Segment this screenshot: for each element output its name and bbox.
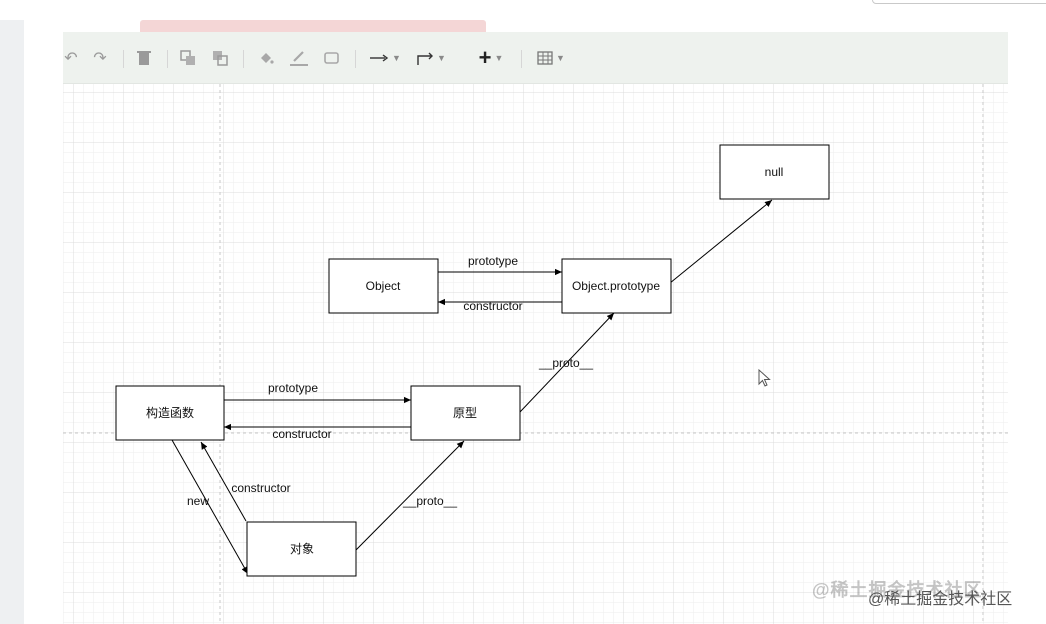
- label-new: new: [187, 494, 209, 508]
- connection-icon[interactable]: ▼: [367, 46, 403, 70]
- toolbar-divider: [521, 50, 522, 68]
- fill-color-icon[interactable]: [255, 46, 277, 70]
- diagram-svg: prototype constructor __proto__ prototyp…: [63, 84, 1008, 624]
- shadow-icon[interactable]: [321, 46, 343, 70]
- top-bar: [0, 0, 1046, 20]
- node-object-prototype[interactable]: Object.prototype: [561, 258, 672, 314]
- toolbar-divider: [123, 50, 124, 68]
- node-constructor-function[interactable]: 构造函数: [115, 385, 225, 441]
- to-back-icon[interactable]: [209, 46, 231, 70]
- node-instance-label: 对象: [290, 542, 314, 556]
- table-icon[interactable]: ▼: [533, 46, 569, 70]
- label-proto-upper: __proto__: [538, 356, 593, 370]
- insert-icon[interactable]: + ▼: [473, 45, 509, 70]
- mouse-cursor-icon: [758, 369, 771, 387]
- grid-background: [63, 84, 1008, 624]
- screenshot-root: ↶ ↷ ▼ ▼ + ▼ ▼ prototype constructor __pr…: [0, 0, 1046, 624]
- node-object-label: Object: [366, 279, 401, 293]
- toolbar-divider: [355, 50, 356, 68]
- toolbar-divider: [243, 50, 244, 68]
- label-fn-constructor: constructor: [272, 427, 331, 441]
- waypoints-icon[interactable]: ▼: [413, 46, 449, 70]
- label-fn-prototype: prototype: [268, 381, 318, 395]
- diagram-canvas[interactable]: prototype constructor __proto__ prototyp…: [63, 84, 1008, 624]
- label-proto-lower: __proto__: [402, 494, 457, 508]
- watermark-front: @稀土掘金技术社区: [868, 591, 1013, 608]
- toolbar-divider: [167, 50, 168, 68]
- label-instance-constructor: constructor: [231, 481, 290, 495]
- node-instance[interactable]: 对象: [246, 521, 357, 577]
- label-object-prototype: prototype: [468, 254, 518, 268]
- line-color-icon[interactable]: [287, 46, 311, 70]
- node-null[interactable]: null: [719, 144, 830, 200]
- label-object-constructor: constructor: [463, 299, 522, 313]
- diagram-editor: ↶ ↷ ▼ ▼ + ▼ ▼ prototype constructor __pr…: [63, 32, 1008, 624]
- search-input[interactable]: [872, 0, 1046, 4]
- redo-icon[interactable]: ↷: [89, 46, 111, 70]
- editor-toolbar: ↶ ↷ ▼ ▼ + ▼ ▼: [63, 32, 1008, 84]
- to-front-icon[interactable]: [177, 46, 199, 70]
- node-prototype-label: 原型: [453, 406, 477, 420]
- node-object[interactable]: Object: [328, 258, 439, 314]
- node-prototype[interactable]: 原型: [410, 385, 521, 441]
- undo-icon[interactable]: ↶: [63, 46, 79, 70]
- node-null-label: null: [765, 165, 784, 179]
- node-object-prototype-label: Object.prototype: [572, 279, 660, 293]
- left-gutter: [0, 20, 24, 624]
- delete-icon[interactable]: [133, 46, 155, 70]
- node-constructor-function-label: 构造函数: [146, 405, 194, 420]
